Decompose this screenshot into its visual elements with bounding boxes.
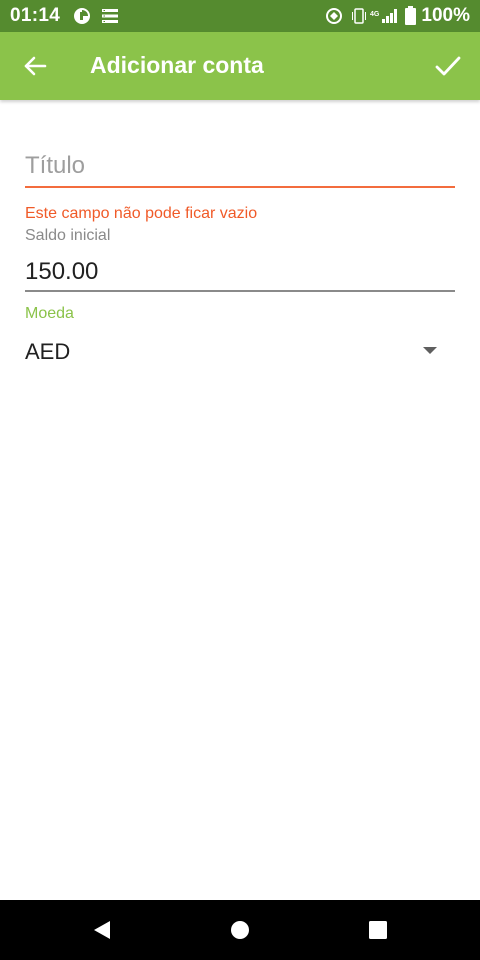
storage-icon xyxy=(102,9,118,23)
balance-input-underline xyxy=(25,290,455,292)
chevron-down-icon xyxy=(423,347,437,354)
page-title: Adicionar conta xyxy=(90,52,264,78)
balance-label: Saldo inicial xyxy=(25,227,111,244)
balance-input[interactable] xyxy=(25,255,455,289)
svg-text:4G: 4G xyxy=(370,11,380,18)
app-bar: Adicionar conta xyxy=(0,32,480,100)
system-nav-bar xyxy=(0,900,480,960)
title-input-underline xyxy=(25,186,455,188)
signal-4g-icon: 4G xyxy=(370,9,397,23)
back-triangle-icon xyxy=(94,921,110,939)
data-saver-icon xyxy=(74,8,90,24)
status-bar: 01:14 4G 100% xyxy=(0,0,480,32)
nav-home-button[interactable] xyxy=(220,910,260,950)
arrow-left-icon xyxy=(24,56,47,76)
currency-selected-value: AED xyxy=(25,339,71,364)
currency-select[interactable]: AED xyxy=(25,330,455,374)
back-button[interactable] xyxy=(14,44,58,88)
vibrate-icon xyxy=(352,8,366,24)
nav-back-button[interactable] xyxy=(82,910,122,950)
home-circle-icon xyxy=(231,921,249,939)
battery-icon xyxy=(405,6,416,25)
title-error-text: Este campo não pode ficar vazio xyxy=(25,205,258,222)
currency-label: Moeda xyxy=(25,305,74,322)
status-time: 01:14 xyxy=(10,5,61,26)
sync-icon xyxy=(326,8,342,24)
check-icon xyxy=(435,56,461,76)
recents-square-icon xyxy=(369,921,387,939)
battery-percent: 100% xyxy=(421,5,470,26)
title-input[interactable] xyxy=(25,146,455,186)
confirm-button[interactable] xyxy=(426,44,470,88)
nav-recents-button[interactable] xyxy=(358,910,398,950)
